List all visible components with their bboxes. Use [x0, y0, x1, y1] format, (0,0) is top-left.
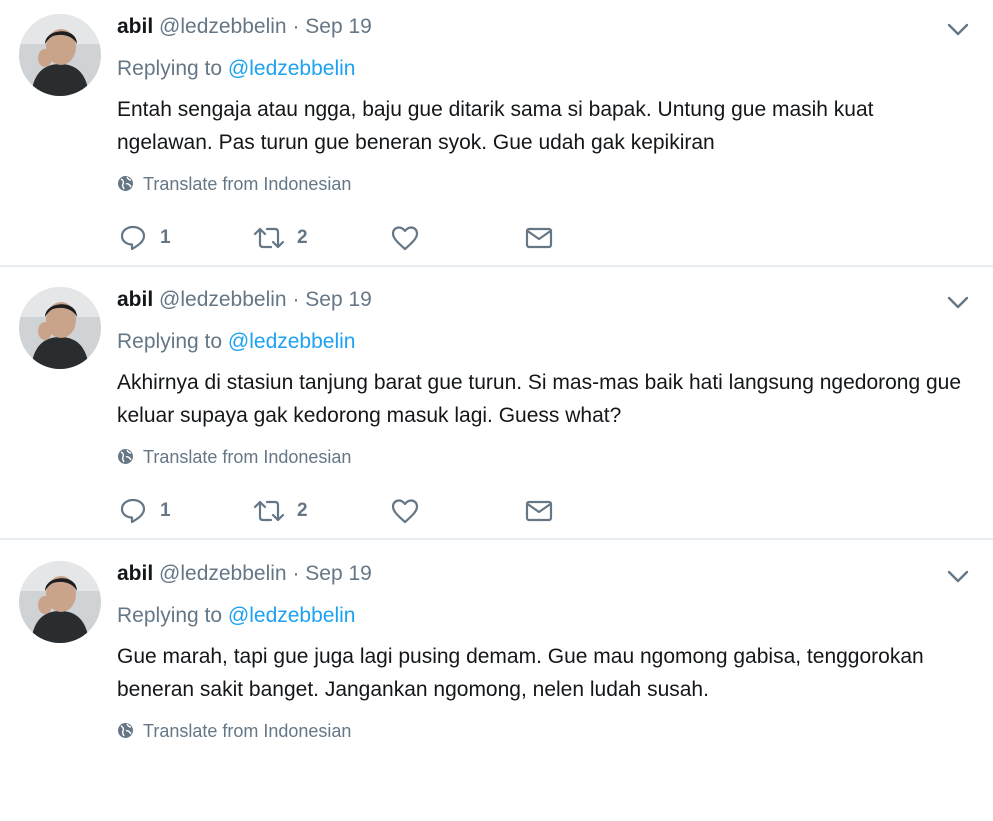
globe-icon — [118, 449, 133, 464]
translate-link[interactable]: Translate from Indonesian — [117, 445, 351, 469]
replying-label: Replying to — [117, 330, 223, 353]
tweet-date[interactable]: Sep 19 — [305, 15, 372, 38]
tweet-header: abil @ledzebbelin · Sep 19 — [117, 287, 372, 313]
tweet-header: abil @ledzebbelin · Sep 19 — [117, 561, 372, 587]
display-name[interactable]: abil — [117, 15, 153, 38]
chevron-down-icon[interactable] — [945, 565, 971, 587]
retweet-icon — [253, 227, 285, 249]
retweet-count: 2 — [297, 227, 308, 248]
tweet-divider — [0, 265, 993, 267]
user-handle[interactable]: @ledzebbelin — [159, 288, 287, 311]
avatar[interactable] — [19, 287, 101, 369]
tweet-header: abil @ledzebbelin · Sep 19 — [117, 14, 372, 40]
avatar-photo — [19, 287, 101, 369]
replying-to: Replying to @ledzebbelin — [117, 328, 355, 356]
reply-mention-link[interactable]: @ledzebbelin — [228, 330, 356, 353]
reply-button[interactable]: 1 — [120, 495, 171, 527]
globe-icon — [118, 176, 133, 191]
retweet-icon — [253, 500, 285, 522]
tweet[interactable]: abil @ledzebbelin · Sep 19 Replying to @… — [0, 547, 993, 821]
separator-dot: · — [292, 288, 300, 311]
retweet-button[interactable]: 2 — [253, 222, 308, 254]
tweet-date[interactable]: Sep 19 — [305, 562, 372, 585]
reply-icon — [120, 498, 146, 524]
tweet[interactable]: abil @ledzebbelin · Sep 19 Replying to @… — [0, 273, 993, 547]
tweet-text: Akhirnya di stasiun tanjung barat gue tu… — [117, 371, 962, 427]
user-handle[interactable]: @ledzebbelin — [159, 562, 287, 585]
reply-mention-link[interactable]: @ledzebbelin — [228, 604, 356, 627]
display-name[interactable]: abil — [117, 562, 153, 585]
tweet[interactable]: abil @ledzebbelin · Sep 19 Replying to @… — [0, 0, 993, 274]
avatar[interactable] — [19, 561, 101, 643]
translate-link[interactable]: Translate from Indonesian — [117, 172, 351, 196]
reply-count: 1 — [160, 227, 171, 248]
user-handle[interactable]: @ledzebbelin — [159, 15, 287, 38]
separator-dot: · — [292, 15, 300, 38]
like-icon — [391, 226, 419, 251]
avatar-photo — [19, 561, 101, 643]
like-icon — [391, 499, 419, 524]
direct-message-button[interactable] — [525, 495, 553, 527]
translate-link[interactable]: Translate from Indonesian — [117, 719, 351, 743]
reply-mention-link[interactable]: @ledzebbelin — [228, 57, 356, 80]
tweet-divider — [0, 538, 993, 540]
replying-label: Replying to — [117, 57, 223, 80]
tweet-actions: 1 2 — [117, 222, 597, 254]
direct-message-button[interactable] — [525, 222, 553, 254]
display-name[interactable]: abil — [117, 288, 153, 311]
reply-icon — [120, 225, 146, 251]
reply-count: 1 — [160, 500, 171, 521]
globe-icon — [118, 723, 133, 738]
retweet-count: 2 — [297, 500, 308, 521]
separator-dot: · — [292, 562, 300, 585]
translate-label: Translate from Indonesian — [143, 721, 352, 741]
avatar-photo — [19, 14, 101, 96]
tweet-actions: 1 2 — [117, 495, 597, 527]
reply-button[interactable]: 1 — [120, 222, 171, 254]
tweet-text: Entah sengaja atau ngga, baju gue ditari… — [117, 98, 874, 154]
tweet-date[interactable]: Sep 19 — [305, 288, 372, 311]
replying-to: Replying to @ledzebbelin — [117, 55, 355, 83]
direct-message-icon — [525, 227, 553, 249]
chevron-down-icon[interactable] — [945, 291, 971, 313]
avatar[interactable] — [19, 14, 101, 96]
replying-to: Replying to @ledzebbelin — [117, 602, 355, 630]
chevron-down-icon[interactable] — [945, 18, 971, 40]
retweet-button[interactable]: 2 — [253, 495, 308, 527]
replying-label: Replying to — [117, 604, 223, 627]
tweet-text: Gue marah, tapi gue juga lagi pusing dem… — [117, 645, 924, 701]
translate-label: Translate from Indonesian — [143, 174, 352, 194]
direct-message-icon — [525, 500, 553, 522]
like-button[interactable] — [391, 495, 419, 527]
like-button[interactable] — [391, 222, 419, 254]
translate-label: Translate from Indonesian — [143, 447, 352, 467]
